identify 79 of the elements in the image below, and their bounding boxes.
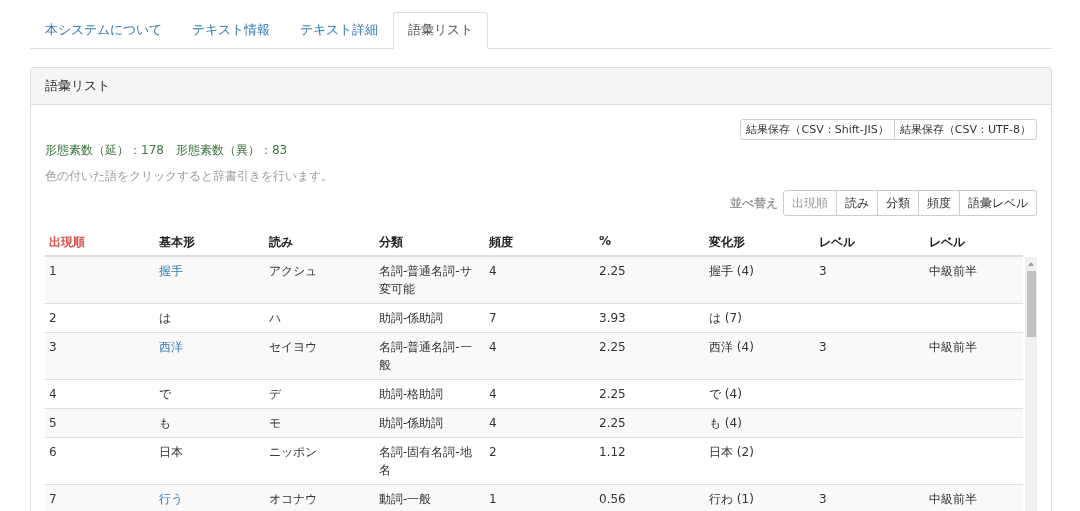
hint-text: 色の付いた語をクリックすると辞書引きを行います。	[45, 169, 334, 184]
column-header[interactable]: 出現順	[45, 230, 155, 255]
table-cell: ニッポン	[269, 445, 317, 459]
table-cell: 助詞-係助詞	[379, 311, 444, 325]
tab[interactable]: 本システムについて	[30, 12, 177, 49]
sort-button[interactable]: 語彙レベル	[959, 190, 1037, 216]
table-cell: 0.56	[599, 492, 626, 506]
column-header[interactable]: %	[595, 230, 705, 255]
table-cell: デ	[269, 387, 281, 401]
table-cell: 日本 (2)	[709, 445, 754, 459]
table-cell: 2	[489, 445, 497, 459]
table-cell: 握手 (4)	[709, 264, 754, 278]
tab[interactable]: テキスト詳細	[285, 12, 393, 49]
save-button[interactable]: 結果保存（CSV：UTF-8）	[893, 119, 1037, 140]
table-cell: 4	[489, 264, 497, 278]
table-cell: 中級前半	[929, 340, 977, 354]
table-cell: 中級前半	[929, 492, 977, 506]
table-cell: 1	[489, 492, 497, 506]
table-cell: 6	[49, 445, 57, 459]
table-cell: 3	[819, 340, 827, 354]
table-cell: 2	[49, 311, 57, 325]
table-cell: は	[159, 311, 171, 325]
table-cell: 3	[819, 264, 827, 278]
table-cell: で	[159, 387, 171, 401]
table-cell: 1.12	[599, 445, 626, 459]
table-cell: セイヨウ	[269, 340, 317, 354]
table-cell: 2.25	[599, 387, 626, 401]
table-cell: 4	[49, 387, 57, 401]
table-cell: 3	[819, 492, 827, 506]
table-cell: 名詞-普通名詞-サ変可能	[379, 264, 472, 296]
panel-title: 語彙リスト	[45, 77, 110, 95]
table-cell: 4	[489, 416, 497, 430]
table-cell: 3.93	[599, 311, 626, 325]
tab[interactable]: テキスト情報	[177, 12, 285, 49]
column-header[interactable]: 読み	[265, 230, 375, 255]
table-cell: 4	[489, 340, 497, 354]
sort-label: 並べ替え	[730, 195, 778, 211]
table-cell: 2.25	[599, 264, 626, 278]
morpheme-counts: 形態素数（延）：178 形態素数（異）：83	[45, 142, 289, 159]
sort-button[interactable]: 読み	[836, 190, 878, 216]
word-link[interactable]: 握手	[159, 264, 183, 278]
table-cell: 1	[49, 264, 57, 278]
table-cell: 助詞-係助詞	[379, 416, 444, 430]
column-header[interactable]: 頻度	[485, 230, 595, 255]
table-cell: アクシュ	[269, 264, 317, 278]
table-cell: 7	[489, 311, 497, 325]
table-cell: オコナウ	[269, 492, 317, 506]
column-header[interactable]: レベル	[925, 230, 1035, 255]
table-cell: 助詞-格助詞	[379, 387, 444, 401]
table-cell: 2.25	[599, 416, 626, 430]
table-cell: 名詞-普通名詞-一般	[379, 340, 472, 372]
table-cell: 4	[489, 387, 497, 401]
column-header[interactable]: 変化形	[705, 230, 815, 255]
table-cell: 日本	[159, 445, 183, 459]
word-link[interactable]: 西洋	[159, 340, 183, 354]
table-cell: も (4)	[709, 416, 742, 430]
table-cell: 中級前半	[929, 264, 977, 278]
column-header[interactable]: 基本形	[155, 230, 265, 255]
column-header[interactable]: レベル	[815, 230, 925, 255]
scrollbar[interactable]	[1025, 257, 1037, 511]
table-cell: は (7)	[709, 311, 742, 325]
table-cell: ハ	[269, 311, 281, 325]
table-cell: 西洋 (4)	[709, 340, 754, 354]
table-cell: 動詞-一般	[379, 492, 432, 506]
table-cell: 3	[49, 340, 57, 354]
sort-button[interactable]: 分類	[877, 190, 919, 216]
table-cell: で (4)	[709, 387, 742, 401]
word-link[interactable]: 行う	[159, 492, 183, 506]
table-cell: 行わ (1)	[709, 492, 754, 506]
table-cell: 5	[49, 416, 57, 430]
column-header[interactable]: 分類	[375, 230, 485, 255]
tab[interactable]: 語彙リスト	[393, 12, 488, 49]
table-cell: モ	[269, 416, 281, 430]
table-cell: 2.25	[599, 340, 626, 354]
table-cell: 7	[49, 492, 57, 506]
table-cell: 名詞-固有名詞-地名	[379, 445, 472, 477]
table-cell: も	[159, 416, 171, 430]
sort-button[interactable]: 頻度	[918, 190, 960, 216]
save-button[interactable]: 結果保存（CSV：Shift-JIS）	[740, 119, 895, 140]
